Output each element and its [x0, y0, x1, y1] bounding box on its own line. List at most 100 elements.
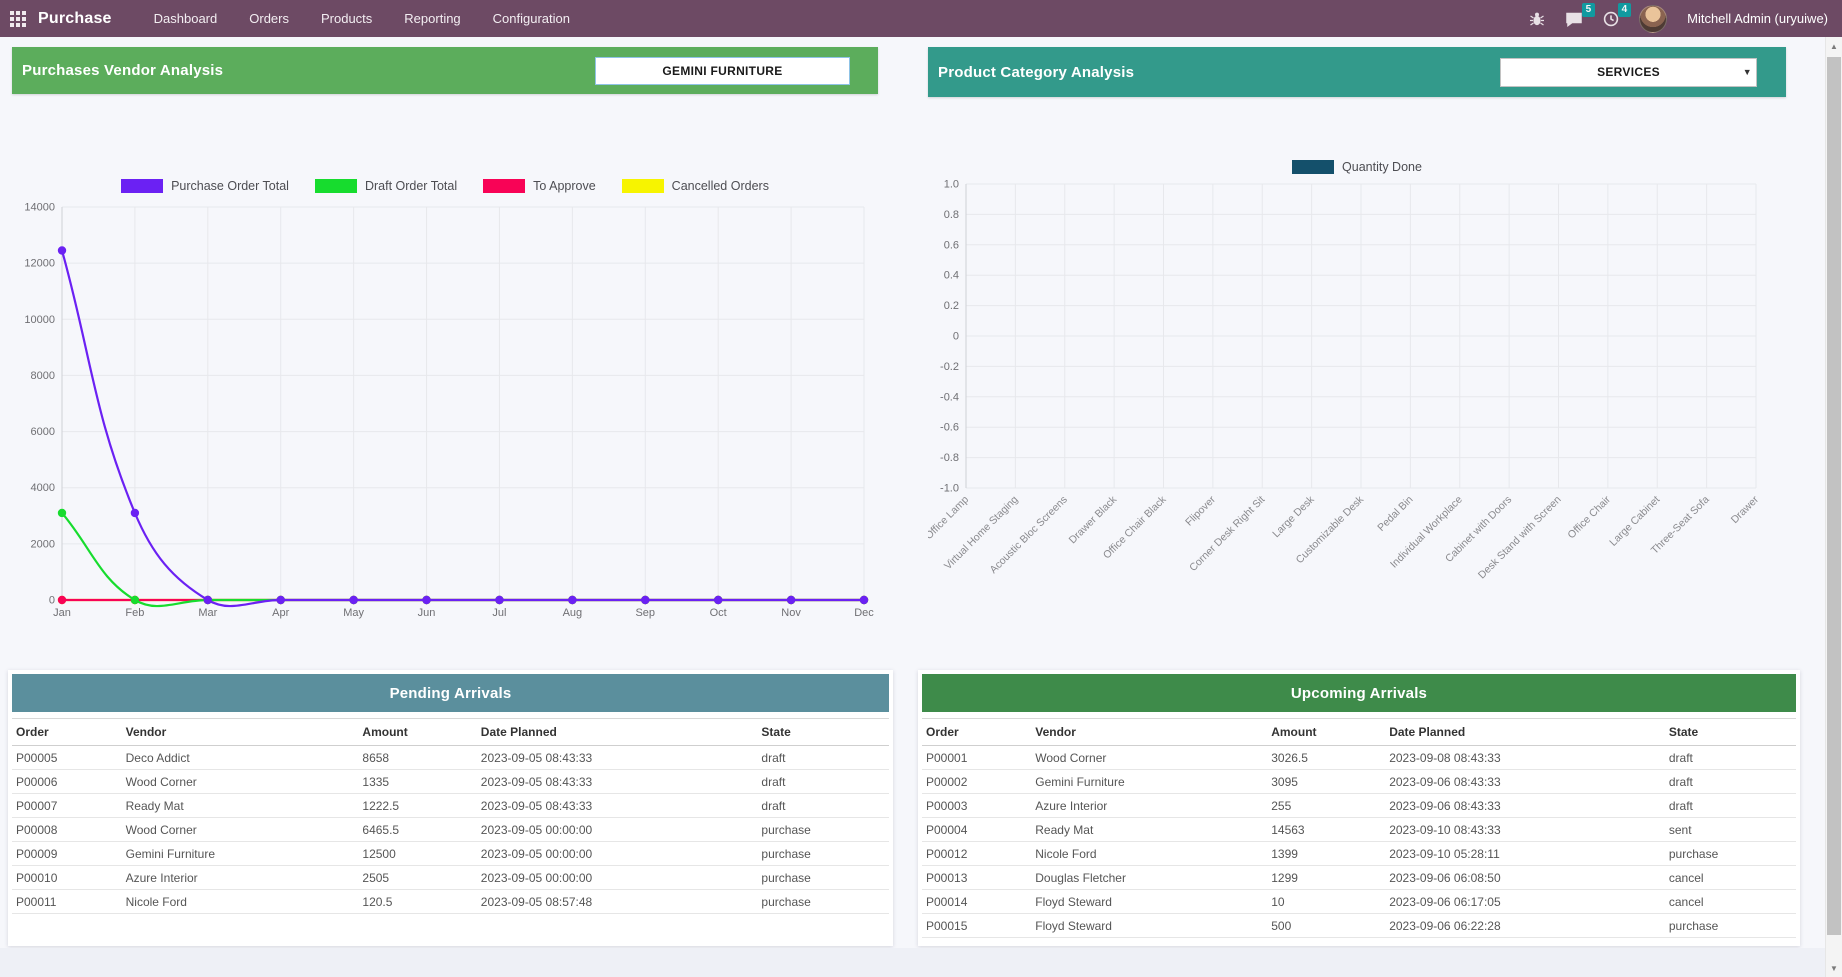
data-point [58, 596, 66, 604]
table-row[interactable]: P00005Deco Addict86582023-09-05 08:43:33… [12, 746, 889, 770]
table-cell: P00010 [12, 866, 122, 890]
table-cell: 3095 [1267, 770, 1385, 794]
legend-label: Quantity Done [1342, 160, 1422, 174]
table-cell: P00005 [12, 746, 122, 770]
table-row[interactable]: P00011Nicole Ford120.52023-09-05 08:57:4… [12, 890, 889, 914]
table-row[interactable]: P00006Wood Corner13352023-09-05 08:43:33… [12, 770, 889, 794]
table-row[interactable]: P00009Gemini Furniture125002023-09-05 00… [12, 842, 889, 866]
table-cell: 1335 [358, 770, 476, 794]
table-cell: draft [757, 770, 889, 794]
table-cell: 2023-09-06 06:17:05 [1385, 890, 1665, 914]
table-cell: P00001 [922, 746, 1031, 770]
table-row[interactable]: P00004Ready Mat145632023-09-10 08:43:33s… [922, 818, 1796, 842]
table-cell: purchase [1665, 842, 1796, 866]
table-cell: P00004 [922, 818, 1031, 842]
legend-item: Draft Order Total [315, 179, 457, 193]
upcoming-arrivals-table: OrderVendorAmountDate PlannedStateP00001… [922, 718, 1796, 938]
legend-label: Purchase Order Total [171, 179, 289, 193]
table-cell: cancel [1665, 866, 1796, 890]
table-cell: purchase [1665, 914, 1796, 938]
table-cell: 2023-09-06 08:43:33 [1385, 794, 1665, 818]
table-cell: purchase [757, 818, 889, 842]
scrollbar-thumb[interactable] [1827, 57, 1841, 935]
scroll-down-arrow[interactable]: ▼ [1826, 959, 1842, 977]
table-row[interactable]: P00003Azure Interior2552023-09-06 08:43:… [922, 794, 1796, 818]
legend-item: Cancelled Orders [622, 179, 769, 193]
table-cell: Wood Corner [122, 770, 359, 794]
table-cell: Nicole Ford [1031, 842, 1267, 866]
debug-bug-icon[interactable] [1529, 11, 1545, 27]
x-axis-tick-label: Oct [710, 607, 727, 619]
vendor-selector[interactable]: GEMINI FURNITURE [595, 57, 850, 85]
table-cell: purchase [757, 842, 889, 866]
table-row[interactable]: P00001Wood Corner3026.52023-09-08 08:43:… [922, 746, 1796, 770]
app-brand[interactable]: Purchase [38, 10, 112, 28]
nav-item-products[interactable]: Products [307, 1, 386, 36]
table-cell: P00008 [12, 818, 122, 842]
table-row[interactable]: P00010Azure Interior25052023-09-05 00:00… [12, 866, 889, 890]
top-navbar: Purchase DashboardOrdersProductsReportin… [0, 0, 1842, 37]
table-cell: Ready Mat [1031, 818, 1267, 842]
table-cell: 2023-09-10 05:28:11 [1385, 842, 1665, 866]
table-cell: cancel [1665, 890, 1796, 914]
data-point [58, 509, 66, 517]
table-row[interactable]: P00015Floyd Steward5002023-09-06 06:22:2… [922, 914, 1796, 938]
category-selector[interactable]: SERVICES ▼ [1500, 58, 1757, 87]
messages-icon[interactable]: 5 [1565, 11, 1583, 27]
table-cell: purchase [757, 866, 889, 890]
table-cell: Gemini Furniture [1031, 770, 1267, 794]
y-axis-tick-label: 0.4 [944, 270, 959, 282]
x-axis-tick-label: Jan [53, 607, 71, 619]
table-header-row: OrderVendorAmountDate PlannedState [922, 719, 1796, 746]
legend-swatch [121, 179, 163, 193]
x-axis-tick-label: Dec [854, 607, 874, 619]
user-avatar[interactable] [1639, 5, 1667, 33]
x-axis-tick-label: Large Cabinet [1607, 494, 1662, 549]
x-axis-tick-label: Office Chair [1565, 493, 1613, 541]
table-row[interactable]: P00002Gemini Furniture30952023-09-06 08:… [922, 770, 1796, 794]
navbar-left: Purchase DashboardOrdersProductsReportin… [0, 1, 584, 36]
activities-clock-icon[interactable]: 4 [1603, 11, 1619, 27]
nav-item-configuration[interactable]: Configuration [479, 1, 584, 36]
table-cell: Azure Interior [122, 866, 359, 890]
table-cell: 1399 [1267, 842, 1385, 866]
apps-grid-icon[interactable] [10, 11, 26, 27]
table-cell: 2023-09-06 06:08:50 [1385, 866, 1665, 890]
table-row[interactable]: P00014Floyd Steward102023-09-06 06:17:05… [922, 890, 1796, 914]
y-axis-tick-label: -0.8 [940, 452, 959, 464]
nav-item-orders[interactable]: Orders [235, 1, 303, 36]
column-header: Amount [358, 719, 476, 746]
y-axis-tick-label: 8000 [31, 370, 55, 382]
vendor-analysis-title: Purchases Vendor Analysis [12, 62, 223, 79]
data-point [349, 596, 357, 604]
x-axis-tick-label: Sep [635, 607, 655, 619]
data-point [495, 596, 503, 604]
nav-item-dashboard[interactable]: Dashboard [140, 1, 232, 36]
table-cell: 120.5 [358, 890, 476, 914]
table-cell: Gemini Furniture [122, 842, 359, 866]
messages-badge: 5 [1582, 3, 1596, 17]
table-cell: P00009 [12, 842, 122, 866]
pending-arrivals-table: OrderVendorAmountDate PlannedStateP00005… [12, 718, 889, 914]
legend-item: Purchase Order Total [121, 179, 289, 193]
navbar-right: 5 4 Mitchell Admin (uryuiwe) [1529, 5, 1842, 33]
category-chart-legend: Quantity Done [928, 160, 1786, 174]
table-row[interactable]: P00007Ready Mat1222.52023-09-05 08:43:33… [12, 794, 889, 818]
table-cell: 2023-09-06 06:22:28 [1385, 914, 1665, 938]
x-axis-tick-label: Drawer [1729, 493, 1762, 526]
data-point [131, 509, 139, 517]
column-header: Vendor [1031, 719, 1267, 746]
user-menu[interactable]: Mitchell Admin (uryuiwe) [1687, 11, 1828, 26]
y-axis-tick-label: 0.2 [944, 300, 959, 312]
nav-item-reporting[interactable]: Reporting [390, 1, 474, 36]
table-row[interactable]: P00012Nicole Ford13992023-09-10 05:28:11… [922, 842, 1796, 866]
table-cell: 255 [1267, 794, 1385, 818]
table-cell: P00012 [922, 842, 1031, 866]
table-row[interactable]: P00008Wood Corner6465.52023-09-05 00:00:… [12, 818, 889, 842]
scroll-up-arrow[interactable]: ▲ [1826, 37, 1842, 55]
column-header: State [1665, 719, 1796, 746]
table-cell: draft [757, 794, 889, 818]
column-header: Order [922, 719, 1031, 746]
table-row[interactable]: P00013Douglas Fletcher12992023-09-06 06:… [922, 866, 1796, 890]
table-cell: 2023-09-06 08:43:33 [1385, 770, 1665, 794]
